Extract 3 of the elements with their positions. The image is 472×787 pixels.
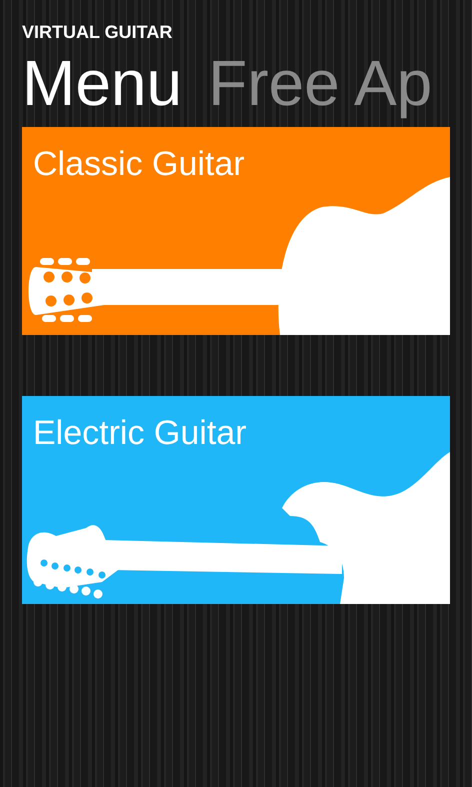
pivot-header[interactable]: Menu — [22, 45, 182, 127]
pivot-header[interactable]: Free Ap — [208, 45, 432, 127]
app-title: VIRTUAL GUITAR — [22, 22, 172, 43]
